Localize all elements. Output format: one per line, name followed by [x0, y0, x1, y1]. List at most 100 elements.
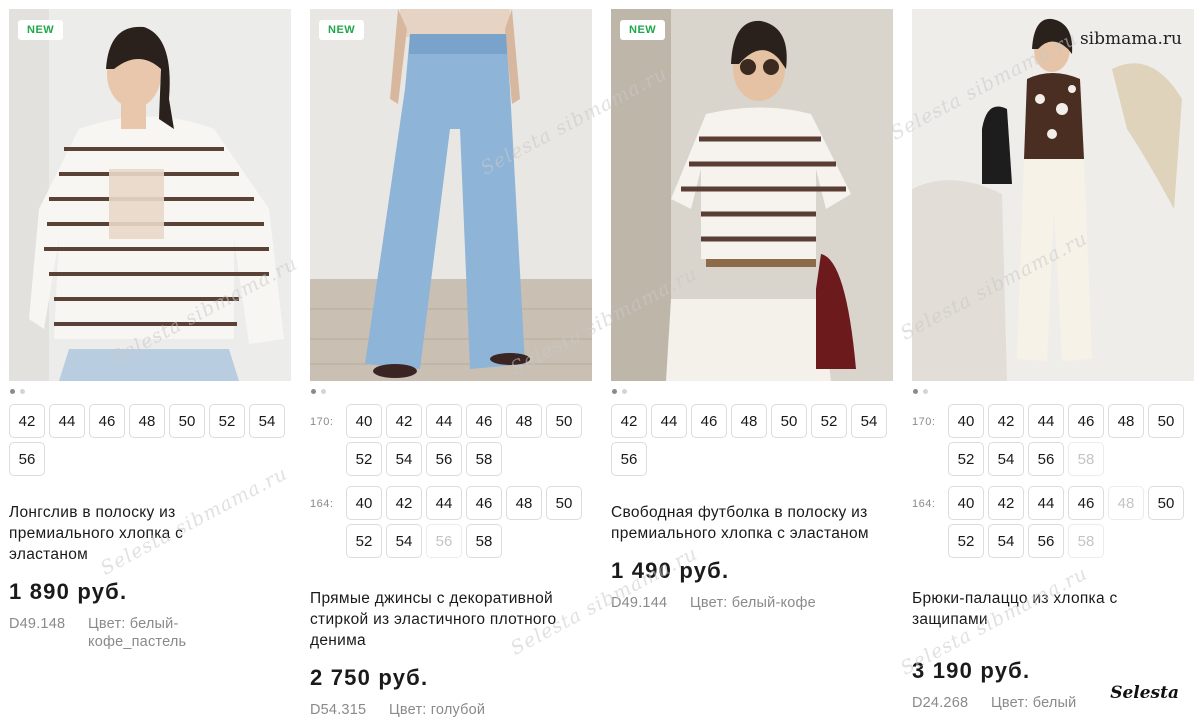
- sizes-block: 42 44 46 48 50 52 54 56: [611, 404, 893, 488]
- product-card-3[interactable]: NEW 42 44 46 48 50 52 54 56 Свободная футболка …: [611, 9, 893, 612]
- size-option[interactable]: 52: [209, 404, 245, 438]
- size-row: 164: 40 42 44 46 48 50 52 54 56 58: [310, 486, 592, 558]
- size-option[interactable]: 58: [466, 524, 502, 558]
- size-option[interactable]: 40: [948, 486, 984, 520]
- product-color: Цвет: белый-кофе: [690, 595, 816, 611]
- product-info: Прямые джинсы с декоративной стиркой из …: [310, 588, 592, 719]
- size-option[interactable]: 52: [811, 404, 847, 438]
- slide-dot[interactable]: [311, 389, 316, 394]
- size-option[interactable]: 54: [988, 524, 1024, 558]
- size-option[interactable]: 52: [346, 524, 382, 558]
- size-option[interactable]: 48: [129, 404, 165, 438]
- size-option[interactable]: 48: [506, 486, 542, 520]
- new-badge: NEW: [620, 20, 666, 40]
- size-row: 164: 40 42 44 46 48 50 52 54 56 58: [912, 486, 1194, 558]
- size-option[interactable]: 46: [466, 404, 502, 438]
- size-option[interactable]: 50: [1148, 486, 1184, 520]
- size-grid: 42 44 46 48 50 52 54 56: [9, 404, 291, 476]
- slide-dots[interactable]: [611, 389, 893, 396]
- product-photo[interactable]: sibmama.ru: [912, 9, 1194, 381]
- size-option[interactable]: 52: [948, 524, 984, 558]
- slide-dot[interactable]: [10, 389, 15, 394]
- size-option[interactable]: 50: [546, 404, 582, 438]
- product-price: 1 490 руб.: [611, 558, 730, 583]
- slide-dots[interactable]: [9, 389, 291, 396]
- size-option-unavailable: 48: [1108, 486, 1144, 520]
- size-option[interactable]: 44: [426, 404, 462, 438]
- product-color: Цвет: голубой: [389, 702, 486, 718]
- size-option[interactable]: 50: [771, 404, 807, 438]
- product-info: Свободная футболка в полоску из премиаль…: [611, 502, 893, 612]
- size-row: 42 44 46 48 50 52 54 56: [9, 404, 291, 476]
- slide-dot[interactable]: [20, 389, 25, 394]
- size-option[interactable]: 48: [731, 404, 767, 438]
- product-photo[interactable]: NEW: [310, 9, 592, 381]
- product-price: 2 750 руб.: [310, 665, 429, 690]
- product-price: 3 190 руб.: [912, 658, 1031, 683]
- size-option[interactable]: 56: [1028, 442, 1064, 476]
- size-option[interactable]: 54: [249, 404, 285, 438]
- product-info: Лонгслив в полоску из премиального хлопк…: [9, 502, 291, 651]
- size-option[interactable]: 46: [1068, 486, 1104, 520]
- size-option[interactable]: 46: [1068, 404, 1104, 438]
- slide-dot[interactable]: [913, 389, 918, 394]
- product-title[interactable]: Лонгслив в полоску из премиального хлопк…: [9, 502, 224, 565]
- size-option[interactable]: 50: [169, 404, 205, 438]
- product-card-1[interactable]: NEW 42 44 46 48 50 52 54 56 Лонгслив в полоску …: [9, 9, 291, 651]
- size-option[interactable]: 42: [988, 404, 1024, 438]
- product-title[interactable]: Прямые джинсы с декоративной стиркой из …: [310, 588, 590, 651]
- product-title[interactable]: Свободная футболка в полоску из премиаль…: [611, 502, 886, 544]
- product-photo[interactable]: NEW: [9, 9, 291, 381]
- product-photo[interactable]: NEW: [611, 9, 893, 381]
- size-option[interactable]: 46: [691, 404, 727, 438]
- size-option[interactable]: 56: [426, 442, 462, 476]
- product-meta: D54.315 Цвет: голубой: [310, 701, 592, 719]
- size-option[interactable]: 50: [546, 486, 582, 520]
- height-label: 170:: [912, 416, 936, 428]
- slide-dots[interactable]: [310, 389, 592, 396]
- slide-dot[interactable]: [622, 389, 627, 394]
- size-option[interactable]: 48: [1108, 404, 1144, 438]
- size-option[interactable]: 40: [346, 404, 382, 438]
- site-watermark: sibmama.ru: [1079, 29, 1182, 49]
- size-option[interactable]: 40: [948, 404, 984, 438]
- size-option[interactable]: 52: [346, 442, 382, 476]
- size-option[interactable]: 54: [386, 524, 422, 558]
- size-option[interactable]: 44: [426, 486, 462, 520]
- size-option[interactable]: 44: [1028, 404, 1064, 438]
- size-option[interactable]: 50: [1148, 404, 1184, 438]
- size-option[interactable]: 42: [611, 404, 647, 438]
- size-option[interactable]: 40: [346, 486, 382, 520]
- slide-dot[interactable]: [321, 389, 326, 394]
- size-option[interactable]: 54: [386, 442, 422, 476]
- size-option[interactable]: 42: [386, 486, 422, 520]
- product-card-2[interactable]: NEW 170: 40 42 44 46 48 50 52 54 56 58 164: 40 42 44 46…: [310, 9, 592, 719]
- size-option[interactable]: 46: [466, 486, 502, 520]
- slide-dots[interactable]: [912, 389, 1194, 396]
- size-option[interactable]: 46: [89, 404, 125, 438]
- size-option[interactable]: 54: [988, 442, 1024, 476]
- product-card-4[interactable]: sibmama.ru 170: 40 42 44 46 48 50 52 54 56 58 164: 4…: [912, 9, 1194, 712]
- product-meta: D49.144 Цвет: белый-кофе: [611, 594, 893, 612]
- product-title[interactable]: Брюки-палаццо из хлопка с защипами: [912, 588, 1157, 630]
- size-option[interactable]: 42: [988, 486, 1024, 520]
- product-code: D24.268: [912, 695, 969, 711]
- size-grid: 40 42 44 46 48 50 52 54 56 58: [346, 486, 592, 558]
- size-option[interactable]: 44: [1028, 486, 1064, 520]
- slide-dot[interactable]: [923, 389, 928, 394]
- size-option[interactable]: 56: [1028, 524, 1064, 558]
- size-option[interactable]: 54: [851, 404, 887, 438]
- size-option[interactable]: 56: [9, 442, 45, 476]
- size-option[interactable]: 42: [9, 404, 45, 438]
- size-option[interactable]: 42: [386, 404, 422, 438]
- size-option[interactable]: 58: [466, 442, 502, 476]
- size-option[interactable]: 44: [49, 404, 85, 438]
- slide-dot[interactable]: [612, 389, 617, 394]
- height-label: 164:: [912, 498, 936, 510]
- size-option[interactable]: 44: [651, 404, 687, 438]
- size-option[interactable]: 52: [948, 442, 984, 476]
- size-option[interactable]: 56: [611, 442, 647, 476]
- size-grid: 42 44 46 48 50 52 54 56: [611, 404, 893, 476]
- new-badge: NEW: [18, 20, 64, 40]
- size-option[interactable]: 48: [506, 404, 542, 438]
